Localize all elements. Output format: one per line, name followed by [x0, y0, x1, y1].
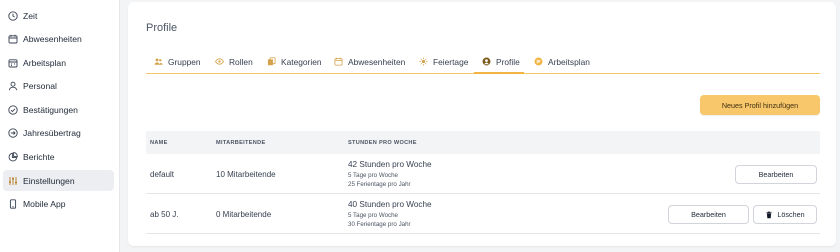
days-per-week: 5 Tage pro Woche — [348, 212, 398, 219]
trash-icon — [765, 211, 773, 219]
tab-label: Gruppen — [168, 56, 201, 67]
page-title: Profile — [146, 22, 178, 34]
tab-label: Arbeitsplan — [548, 56, 590, 67]
plan-icon — [534, 57, 543, 66]
arrow-circle-icon — [8, 127, 18, 138]
mobile-icon — [8, 198, 18, 209]
sidebar: Zeit Abwesenheiten Arbeitsplan Personal … — [0, 0, 120, 252]
column-header-name: NAME — [150, 140, 168, 146]
edit-button[interactable]: Bearbeiten — [668, 205, 749, 224]
sidebar-item-bestaetigungen[interactable]: Bestätigungen — [3, 99, 114, 120]
active-tab-indicator — [474, 72, 524, 74]
tab-bar: Gruppen Rollen Kategorien Abwesenheiten … — [146, 49, 820, 74]
table-row: ab 50 J. 0 Mitarbeitende 40 Stunden pro … — [146, 194, 820, 234]
sidebar-item-label: Mobile App — [23, 198, 66, 209]
employee-count: 10 Mitarbeitende — [216, 170, 276, 179]
column-header-hours: STUNDEN PRO WOCHE — [348, 140, 417, 146]
tab-label: Feiertage — [433, 56, 469, 67]
delete-button[interactable]: Löschen — [753, 205, 817, 224]
add-profile-button[interactable]: Neues Profil hinzufügen — [700, 95, 820, 115]
tab-label: Rollen — [229, 56, 253, 67]
user-circle-icon — [482, 57, 491, 66]
sidebar-item-personal[interactable]: Personal — [3, 75, 114, 96]
profile-name: ab 50 J. — [150, 210, 179, 219]
tab-label: Kategorien — [281, 56, 322, 67]
tab-arbeitsplan[interactable]: Arbeitsplan — [534, 49, 590, 74]
sidebar-item-zeit[interactable]: Zeit — [3, 5, 114, 26]
days-per-week: 5 Tage pro Woche — [348, 172, 398, 179]
sidebar-item-abwesenheiten[interactable]: Abwesenheiten — [3, 28, 114, 49]
table-row: default 10 Mitarbeitende 42 Stunden pro … — [146, 154, 820, 194]
sidebar-item-jahresuebertrag[interactable]: Jahresübertrag — [3, 122, 114, 143]
sidebar-item-label: Einstellungen — [23, 175, 75, 186]
sidebar-item-label: Abwesenheiten — [23, 33, 82, 44]
edit-button-label: Bearbeiten — [758, 170, 794, 179]
sidebar-item-label: Berichte — [23, 151, 55, 162]
sidebar-item-label: Zeit — [23, 10, 38, 21]
tab-kategorien[interactable]: Kategorien — [267, 49, 322, 74]
tab-profile[interactable]: Profile — [482, 49, 520, 74]
sliders-icon — [8, 176, 18, 186]
holidays-per-year: 25 Ferientage pro Jahr — [348, 181, 411, 188]
tab-label: Abwesenheiten — [348, 56, 406, 67]
user-icon — [8, 81, 18, 91]
tab-rollen[interactable]: Rollen — [215, 49, 253, 74]
hours-per-week: 42 Stunden pro Woche — [348, 160, 432, 169]
check-circle-icon — [8, 104, 18, 115]
eye-icon — [215, 57, 224, 66]
tab-feiertage[interactable]: Feiertage — [419, 49, 468, 74]
sidebar-item-einstellungen[interactable]: Einstellungen — [3, 170, 114, 191]
profile-name: default — [150, 170, 175, 179]
sidebar-item-label: Jahresübertrag — [23, 127, 81, 138]
sidebar-item-arbeitsplan[interactable]: Arbeitsplan — [3, 52, 114, 73]
delete-button-label: Löschen — [777, 210, 805, 219]
copy-icon — [267, 57, 276, 66]
users-icon — [154, 57, 163, 66]
sun-icon — [419, 57, 428, 66]
edit-button[interactable]: Bearbeiten — [735, 165, 817, 184]
sidebar-item-berichte[interactable]: Berichte — [3, 146, 114, 167]
calendar-icon — [334, 57, 343, 66]
calendar-grid-icon — [8, 58, 18, 68]
calendar-icon — [8, 34, 18, 44]
sidebar-item-label: Personal — [23, 80, 57, 91]
employee-count: 0 Mitarbeitende — [216, 210, 272, 219]
tab-label: Profile — [496, 56, 520, 67]
tab-abwesenheiten[interactable]: Abwesenheiten — [334, 49, 405, 74]
sidebar-item-mobile-app[interactable]: Mobile App — [3, 193, 114, 214]
sidebar-item-label: Arbeitsplan — [23, 57, 66, 68]
edit-button-label: Bearbeiten — [691, 210, 726, 219]
holidays-per-year: 30 Ferientage pro Jahr — [348, 221, 411, 228]
clock-icon — [8, 10, 18, 21]
sidebar-item-label: Bestätigungen — [23, 104, 78, 115]
tab-gruppen[interactable]: Gruppen — [154, 49, 201, 74]
table-header: NAME MITARBEITENDE STUNDEN PRO WOCHE — [146, 131, 820, 154]
pie-chart-icon — [8, 151, 18, 162]
column-header-employees: MITARBEITENDE — [216, 140, 266, 146]
profile-card: Profile Gruppen Rollen Kategorien Abwese… — [128, 2, 836, 246]
hours-per-week: 40 Stunden pro Woche — [348, 200, 432, 209]
